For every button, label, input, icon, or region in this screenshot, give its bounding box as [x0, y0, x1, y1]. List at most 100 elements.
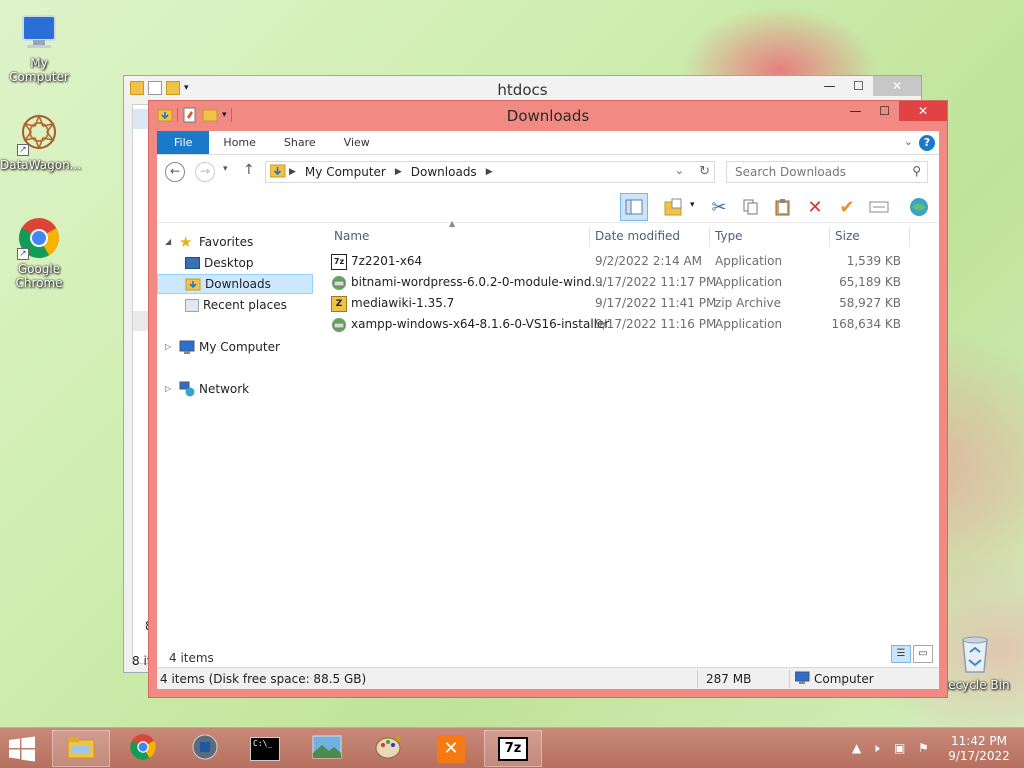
computer-icon [794, 671, 810, 688]
paste-button[interactable] [769, 193, 797, 221]
downloads-folder-icon [185, 276, 201, 292]
address-bar[interactable]: ▶ My Computer ▶ Downloads ▶ ⌄ ↻ [265, 161, 715, 183]
taskbar-7zip[interactable]: 7z [484, 730, 542, 767]
taskbar-paint[interactable] [360, 730, 418, 767]
taskbar-photo-viewer[interactable] [298, 730, 356, 767]
close-button[interactable]: ✕ [899, 101, 947, 121]
network-status-icon[interactable]: ▣ [894, 741, 905, 755]
expand-triangle-icon[interactable]: ▷ [165, 379, 175, 399]
titlebar[interactable]: ▾ Downloads — ☐ ✕ [149, 101, 947, 131]
desktop-icon-my-computer[interactable]: My Computer [0, 10, 78, 84]
search-input[interactable]: Search Downloads ⚲ [726, 161, 928, 183]
close-button[interactable]: ✕ [873, 76, 921, 96]
start-button[interactable] [8, 736, 36, 762]
clock-date: 9/17/2022 [948, 749, 1010, 763]
window-title: Downloads [506, 107, 590, 125]
minimize-button[interactable]: — [815, 76, 844, 96]
breadcrumb-downloads[interactable]: Downloads [405, 165, 483, 179]
refresh-icon[interactable]: ↻ [699, 164, 710, 179]
chevron-down-icon[interactable]: ▾ [690, 200, 695, 210]
column-type[interactable]: Type [715, 229, 743, 243]
column-date-modified[interactable]: Date modified [595, 229, 680, 243]
volume-muted-icon[interactable]: 🕨 [872, 741, 880, 756]
breadcrumb-separator-icon[interactable]: ▶ [483, 167, 496, 177]
recent-places-icon [185, 298, 199, 312]
network-globe-button[interactable] [905, 193, 933, 221]
clock-time: 11:42 PM [951, 734, 1007, 748]
up-button[interactable]: ↑ [243, 162, 255, 178]
view-switcher: ☰ ▭ [891, 645, 933, 663]
window-downloads[interactable]: ▾ Downloads — ☐ ✕ File Home Share View ⌄… [148, 100, 948, 698]
taskbar-xampp[interactable]: ✕ [422, 730, 480, 767]
explorer-content: File Home Share View ⌄ ? ← → ▾ ↑ ▶ My Co… [157, 131, 939, 689]
disc-icon [191, 733, 219, 764]
status-bar: 4 items (Disk free space: 88.5 GB) 287 M… [157, 667, 939, 689]
nav-item-desktop[interactable]: Desktop [185, 253, 254, 273]
clock[interactable]: 11:42 PM 9/17/2022 [944, 734, 1014, 764]
recent-locations-chevron-icon[interactable]: ▾ [223, 164, 228, 174]
tab-view[interactable]: View [330, 131, 384, 154]
details-view-button[interactable]: ☰ [891, 645, 911, 663]
cut-button[interactable]: ✂ [705, 193, 733, 221]
taskbar-file-explorer[interactable] [52, 730, 110, 767]
file-row[interactable]: Z mediawiki-1.35.7 9/17/2022 11:41 PM zi… [327, 293, 939, 314]
command-prompt-icon: C:\_ [250, 736, 280, 761]
breadcrumb-my-computer[interactable]: My Computer [299, 165, 392, 179]
search-placeholder: Search Downloads [735, 165, 846, 179]
zip-icon: Z [331, 296, 347, 312]
taskbar-chrome[interactable] [114, 730, 172, 767]
column-size[interactable]: Size [835, 229, 860, 243]
file-row[interactable]: bitnami-wordpress-6.0.2-0-module-wind...… [327, 272, 939, 293]
forward-button[interactable]: → [195, 162, 215, 182]
large-icons-view-button[interactable]: ▭ [913, 645, 933, 663]
column-name[interactable]: Name [334, 229, 369, 243]
shortcut-arrow-icon: ↗ [17, 144, 29, 156]
new-folder-button[interactable] [660, 193, 688, 221]
minimize-button[interactable]: — [841, 101, 870, 121]
preview-pane-button[interactable] [620, 193, 648, 221]
desktop-icon-google-chrome[interactable]: ↗ Google Chrome [0, 216, 78, 290]
action-center-flag-icon[interactable]: ⚑ [918, 741, 929, 755]
window-title: htdocs [497, 81, 548, 99]
nav-item-my-computer[interactable]: ▷ My Computer [165, 337, 280, 357]
maximize-button[interactable]: ☐ [870, 101, 899, 121]
chrome-icon [129, 733, 157, 764]
file-row[interactable]: xampp-windows-x64-8.1.6-0-VS16-installer… [327, 314, 939, 335]
status-location: Computer [814, 672, 874, 686]
photo-icon [312, 735, 342, 762]
tab-home[interactable]: Home [209, 131, 269, 154]
installer-icon [331, 275, 347, 291]
taskbar-media-app[interactable] [176, 730, 234, 767]
tab-share[interactable]: Share [270, 131, 330, 154]
expand-triangle-icon[interactable]: ◢ [165, 232, 175, 252]
back-button[interactable]: ← [165, 162, 185, 182]
address-dropdown-icon[interactable]: ⌄ [675, 164, 684, 177]
rename-button[interactable]: ✔ [833, 193, 861, 221]
taskbar-command-prompt[interactable]: C:\_ [236, 730, 294, 767]
nav-item-downloads[interactable]: Downloads [157, 274, 313, 294]
desktop-icon-datawagon[interactable]: ↗ DataWagon... [0, 112, 82, 172]
show-hidden-icons-icon[interactable]: ▲ [852, 741, 861, 755]
desktop-icon [185, 257, 200, 269]
help-icon[interactable]: ? [919, 135, 935, 151]
breadcrumb-separator-icon[interactable]: ▶ [392, 167, 405, 177]
star-icon: ★ [179, 233, 193, 251]
file-row[interactable]: 7z 7z2201-x64 9/2/2022 2:14 AM Applicati… [327, 251, 939, 272]
file-explorer-icon [66, 734, 96, 763]
breadcrumb-separator-icon[interactable]: ▶ [286, 167, 299, 177]
network-icon [179, 381, 195, 397]
nav-item-recent-places[interactable]: Recent places [185, 295, 287, 315]
nav-item-favorites[interactable]: ◢ ★ Favorites [165, 232, 253, 252]
paint-palette-icon [374, 734, 404, 763]
expand-triangle-icon[interactable]: ▷ [165, 337, 175, 357]
tab-file[interactable]: File [157, 131, 210, 154]
status-items-free-space: 4 items (Disk free space: 88.5 GB) [160, 672, 367, 686]
nav-item-network[interactable]: ▷ Network [165, 379, 249, 399]
expand-ribbon-icon[interactable]: ⌄ [904, 135, 913, 148]
desktop-icon-label: DataWagon... [0, 158, 82, 172]
search-icon[interactable]: ⚲ [912, 164, 921, 178]
maximize-button[interactable]: ☐ [844, 76, 873, 96]
properties-button[interactable] [865, 193, 893, 221]
delete-button[interactable]: ✕ [801, 193, 829, 221]
copy-button[interactable] [737, 193, 765, 221]
